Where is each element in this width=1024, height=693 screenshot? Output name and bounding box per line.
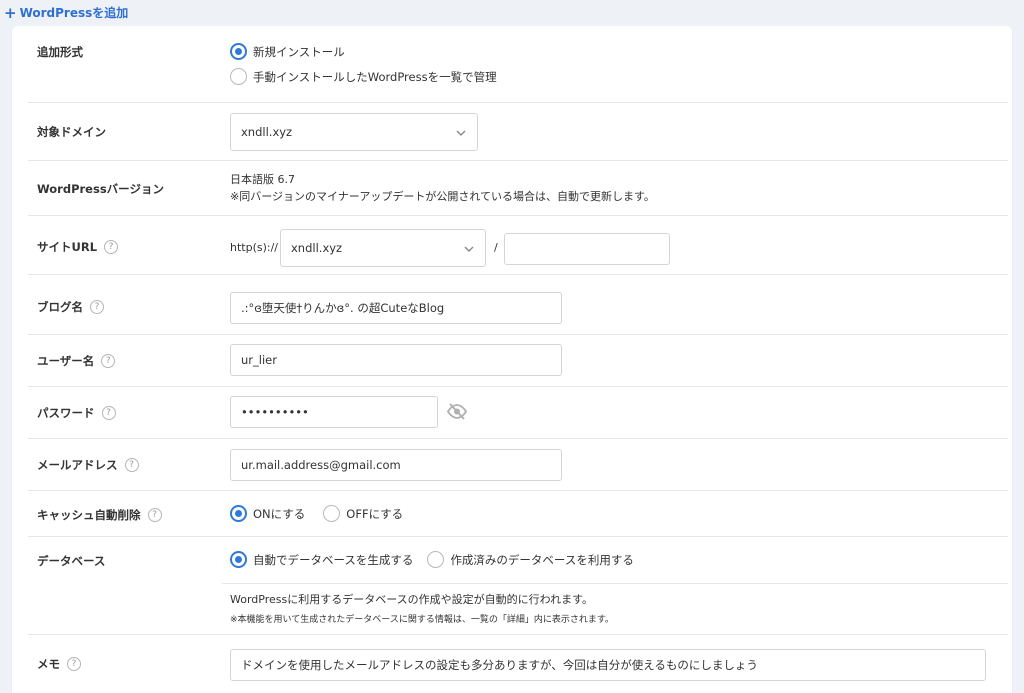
wp-version-value: 日本語版 6.7 [230,173,295,186]
password-input[interactable]: •••••••••• [230,396,438,428]
domain-select[interactable]: xndll.xyz [230,113,478,151]
target-domain-label: 対象ドメイン [37,125,106,139]
row-site-url: サイトURL ? http(s):// xndll.xyz / [28,216,1008,275]
row-memo: メモ ? ドメインを使用したメールアドレスの設定も多分ありますが、今回は自分が使… [28,635,1008,693]
blog-name-label: ブログ名 ? [37,299,104,315]
wordpress-form-card: 追加形式 新規インストール 手動インストールしたWordPressを一覧で管理 … [12,26,1012,693]
blog-name-input[interactable]: .:°ɞ堕天使†りんかɞ°. の超CuteなBlog [230,292,562,324]
cache-label: キャッシュ自動削除 ? [37,507,162,523]
email-input[interactable]: ur.mail.address@gmail.com [230,449,562,481]
radio-db-auto[interactable]: 自動でデータベースを生成する [230,551,413,568]
radio-button-unchecked[interactable] [427,551,445,568]
url-slash: / [494,241,498,254]
username-label: ユーザー名 ? [37,353,116,369]
radio-button-unchecked[interactable] [230,68,247,85]
database-label: データベース [37,554,106,568]
radio-cache-on[interactable]: ONにする [230,505,305,522]
install-type-label: 追加形式 [37,45,83,59]
help-icon[interactable]: ? [90,300,104,314]
wp-version-note: ※同バージョンのマイナーアップデートが公開されている場合は、自動で更新します。 [230,190,655,203]
cache-options: ONにする OFFにする [230,505,403,522]
database-note: ※本機能を用いて生成されたデータベースに関する情報は、一覧の「詳細」内に表示され… [230,615,614,625]
plus-icon: + [4,3,17,22]
chevron-down-icon [456,130,466,136]
radio-button-checked[interactable] [230,505,247,522]
help-icon[interactable]: ? [67,657,81,671]
memo-label: メモ ? [37,656,81,672]
radio-db-existing[interactable]: 作成済みのデータベースを利用する [427,551,634,568]
row-wp-version: WordPressバージョン 日本語版 6.7 ※同バージョンのマイナーアップデ… [28,161,1008,216]
radio-new-install[interactable]: 新規インストール [230,43,497,60]
database-info: WordPressに利用するデータベースの作成や設定が自動的に行われます。 [230,593,594,606]
wp-version-label: WordPressバージョン [37,182,164,196]
help-icon[interactable]: ? [124,458,139,472]
help-icon[interactable]: ? [101,354,116,368]
eye-slash-icon[interactable] [447,403,467,420]
row-password: パスワード ? •••••••••• [28,387,1008,439]
add-wordpress-link[interactable]: + WordPressを追加 [4,4,128,21]
install-type-options: 新規インストール 手動インストールしたWordPressを一覧で管理 [230,43,497,85]
help-icon[interactable]: ? [104,240,119,254]
email-label: メールアドレス ? [37,457,139,473]
radio-button-checked[interactable] [230,551,247,568]
password-label: パスワード ? [37,405,116,421]
site-url-label: サイトURL ? [37,239,119,255]
row-install-type: 追加形式 新規インストール 手動インストールしたWordPressを一覧で管理 [28,26,1008,103]
chevron-down-icon [464,246,474,252]
radio-button-unchecked[interactable] [323,505,341,522]
row-database-info: WordPressに利用するデータベースの作成や設定が自動的に行われます。 ※本… [28,583,1008,635]
row-database: データベース 自動でデータベースを生成する 作成済みのデータベースを利用する [28,537,1008,583]
row-username: ユーザー名 ? ur_lier [28,335,1008,387]
row-email: メールアドレス ? ur.mail.address@gmail.com [28,439,1008,491]
radio-button-checked[interactable] [230,43,247,60]
row-target-domain: 対象ドメイン xndll.xyz [28,103,1008,161]
radio-manual-install[interactable]: 手動インストールしたWordPressを一覧で管理 [230,68,497,85]
help-icon[interactable]: ? [147,508,162,522]
database-options: 自動でデータベースを生成する 作成済みのデータベースを利用する [230,551,634,568]
url-prefix: http(s):// [230,241,279,254]
radio-cache-off[interactable]: OFFにする [323,505,403,522]
memo-input[interactable]: ドメインを使用したメールアドレスの設定も多分ありますが、今回は自分が使えるものに… [230,649,986,681]
url-domain-select[interactable]: xndll.xyz [280,229,486,267]
username-input[interactable]: ur_lier [230,344,562,376]
help-icon[interactable]: ? [101,406,116,420]
row-blog-name: ブログ名 ? .:°ɞ堕天使†りんかɞ°. の超CuteなBlog [28,275,1008,335]
add-wordpress-label: WordPressを追加 [19,6,129,20]
wp-version-info: 日本語版 6.7 ※同バージョンのマイナーアップデートが公開されている場合は、自… [230,171,655,205]
row-cache: キャッシュ自動削除 ? ONにする OFFにする [28,491,1008,537]
url-path-input[interactable] [504,233,670,265]
